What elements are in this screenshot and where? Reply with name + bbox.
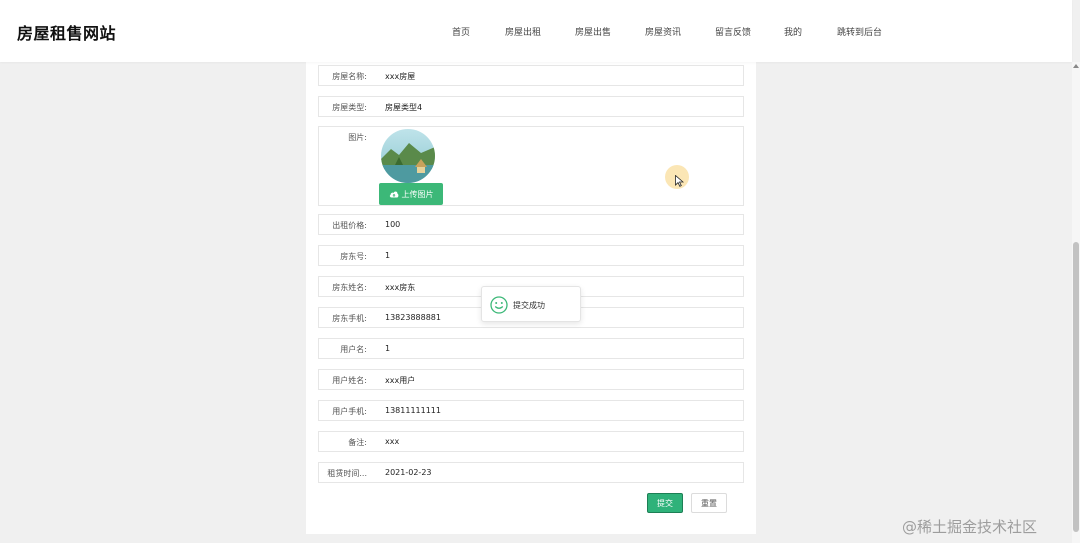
nav-sale[interactable]: 房屋出售 [575, 25, 611, 38]
field-label: 房屋名称: [332, 72, 367, 81]
landscape-image-icon [381, 129, 435, 183]
nav-news[interactable]: 房屋资讯 [645, 25, 681, 38]
field-label: 备注: [348, 438, 367, 447]
field-value[interactable]: 13823888881 [385, 313, 441, 322]
nav-rent[interactable]: 房屋出租 [505, 25, 541, 38]
field-label: 用户手机: [332, 407, 367, 416]
mouse-pointer-icon [675, 175, 684, 187]
field-label: 房东手机: [332, 314, 367, 323]
field-username[interactable]: 用户名: 1 [318, 338, 744, 359]
field-value[interactable]: xxx房屋 [385, 71, 415, 82]
scrollbar-thumb[interactable] [1073, 242, 1079, 532]
page-scrollbar[interactable] [1072, 62, 1080, 543]
top-header: 房屋租售网站 首页 房屋出租 房屋出售 房屋资讯 留言反馈 我的 跳转到后台 [0, 0, 1072, 62]
watermark-text: @稀土掘金技术社区 [902, 518, 1038, 536]
field-value[interactable]: 13811111111 [385, 406, 441, 415]
field-label: 房东号: [340, 252, 367, 261]
field-label: 出租价格: [332, 221, 367, 230]
upload-label: 上传图片 [401, 189, 434, 199]
nav-admin[interactable]: 跳转到后台 [837, 25, 882, 38]
field-label: 房东姓名: [332, 283, 367, 292]
field-lease-time[interactable]: 租赁时间... 2021-02-23 [318, 462, 744, 483]
cloud-upload-icon [389, 191, 398, 198]
field-landlord-no[interactable]: 房东号: 1 [318, 245, 744, 266]
upload-image-button[interactable]: 上传图片 [379, 183, 443, 205]
submit-button[interactable]: 提交 [647, 493, 683, 513]
field-value[interactable]: 100 [385, 220, 400, 229]
field-value[interactable]: xxx房东 [385, 282, 415, 293]
nav-home[interactable]: 首页 [452, 25, 470, 38]
field-value[interactable]: 2021-02-23 [385, 468, 432, 477]
field-label: 租赁时间... [327, 469, 367, 478]
site-logo: 房屋租售网站 [17, 24, 117, 43]
nav-feedback[interactable]: 留言反馈 [715, 25, 751, 38]
house-image-thumbnail [381, 129, 435, 183]
field-remark[interactable]: 备注: xxx [318, 431, 744, 452]
field-house-name[interactable]: 房屋名称: xxx房屋 [318, 65, 744, 86]
scroll-up-arrow-icon[interactable] [1073, 64, 1079, 68]
reset-button[interactable]: 重置 [691, 493, 727, 513]
field-rent-price[interactable]: 出租价格: 100 [318, 214, 744, 235]
field-value[interactable]: 1 [385, 344, 390, 353]
field-value[interactable]: 房屋类型4 [385, 102, 422, 113]
field-label: 房屋类型: [332, 103, 367, 112]
toast-message: 提交成功 [513, 301, 545, 310]
field-value[interactable]: xxx [385, 437, 399, 446]
nav-mine[interactable]: 我的 [784, 25, 802, 38]
field-user-realname[interactable]: 用户姓名: xxx用户 [318, 369, 744, 390]
field-value[interactable]: 1 [385, 251, 390, 260]
field-user-phone[interactable]: 用户手机: 13811111111 [318, 400, 744, 421]
field-house-type[interactable]: 房屋类型: 房屋类型4 [318, 96, 744, 117]
field-label: 用户姓名: [332, 376, 367, 385]
field-label: 图片: [348, 133, 367, 142]
field-label: 用户名: [340, 345, 367, 354]
success-toast: 提交成功 [481, 286, 581, 322]
field-value[interactable]: xxx用户 [385, 375, 415, 386]
smile-icon [490, 296, 508, 314]
